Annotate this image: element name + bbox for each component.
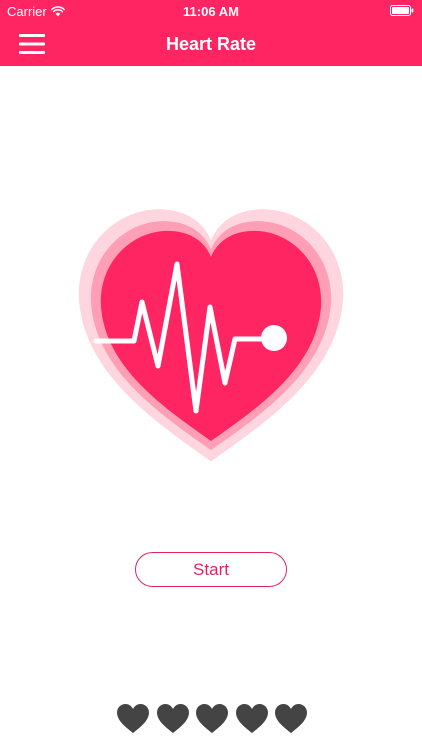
rating-hearts [116, 703, 308, 735]
pulse-dot [261, 325, 287, 351]
status-bar: Carrier 11:06 AM [0, 0, 422, 22]
navigation-bar: Heart Rate [0, 22, 422, 66]
start-button[interactable]: Start [135, 552, 287, 587]
status-time: 11:06 AM [183, 4, 239, 19]
heart-icon[interactable] [195, 703, 229, 735]
heart-icon[interactable] [274, 703, 308, 735]
heart-icon[interactable] [116, 703, 150, 735]
page-title: Heart Rate [165, 34, 257, 54]
heart-icon[interactable] [235, 703, 269, 735]
battery-icon [390, 5, 414, 16]
heart-illustration [46, 199, 376, 483]
heart-pulse-icon [78, 209, 344, 462]
heart-icon[interactable] [156, 703, 190, 735]
top-bar: Carrier 11:06 AM Heart Rate [0, 0, 422, 66]
